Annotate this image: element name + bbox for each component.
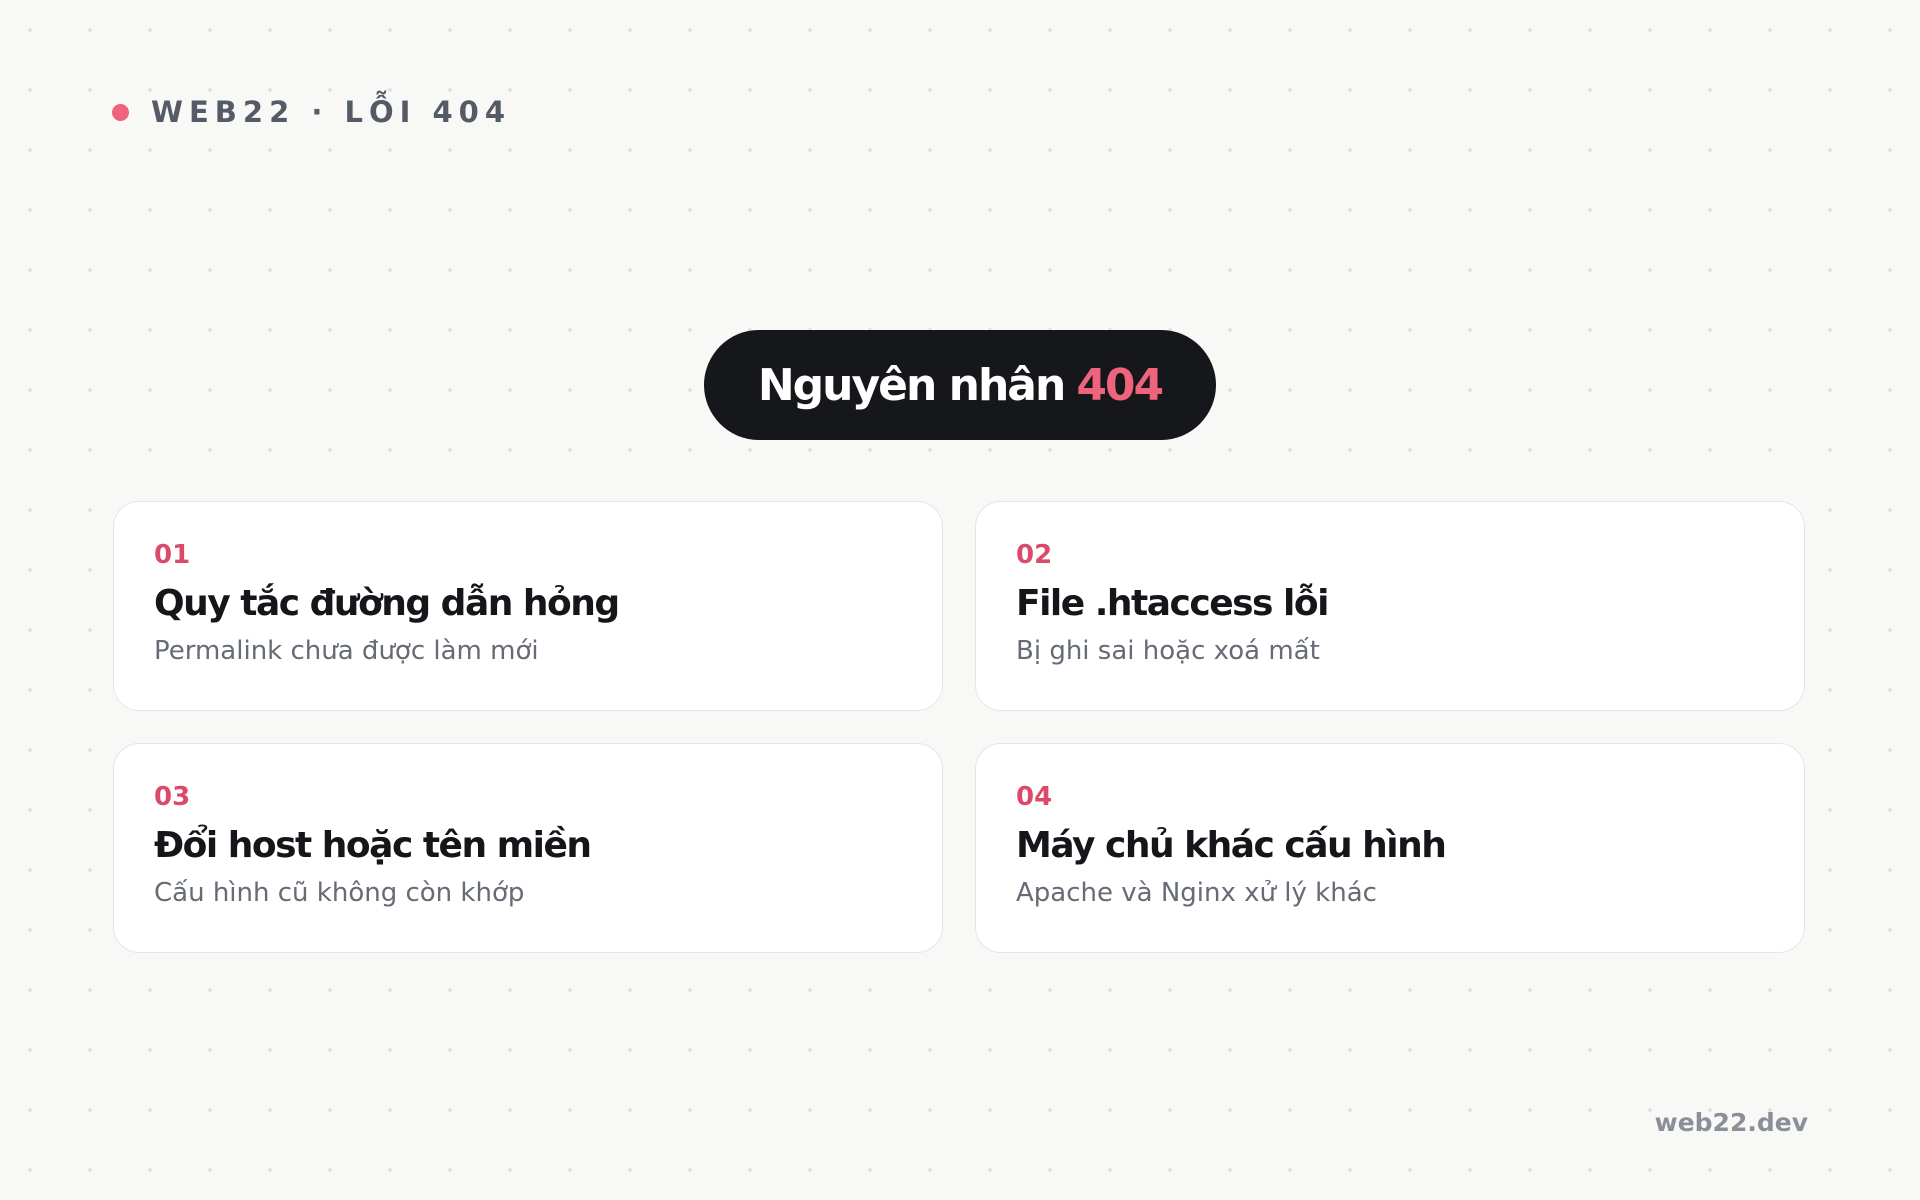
cause-number: 04 xyxy=(1016,782,1053,812)
cause-card-2: 02 File .htaccess lỗi Bị ghi sai hoặc xo… xyxy=(975,501,1805,711)
cause-number: 01 xyxy=(154,540,191,570)
cause-subtitle: Bị ghi sai hoặc xoá mất xyxy=(1016,635,1320,666)
brand-dot-icon xyxy=(112,103,129,121)
brand-label: WEB22 · LỖI 404 xyxy=(151,95,512,129)
cause-title: File .htaccess lỗi xyxy=(1016,583,1329,624)
cause-subtitle: Permalink chưa được làm mới xyxy=(154,635,539,666)
cause-number: 02 xyxy=(1016,540,1053,570)
cause-subtitle: Cấu hình cũ không còn khớp xyxy=(154,877,525,908)
cause-title: Máy chủ khác cấu hình xyxy=(1016,825,1447,866)
page-title-accent: 404 xyxy=(1076,359,1164,411)
page-title-text: Nguyên nhân xyxy=(757,359,1066,411)
page-title: Nguyên nhân 404 xyxy=(704,330,1216,440)
cause-title: Quy tắc đường dẫn hỏng xyxy=(154,583,620,624)
cause-card-1: 01 Quy tắc đường dẫn hỏng Permalink chưa… xyxy=(113,501,943,711)
brand-header: WEB22 · LỖI 404 xyxy=(112,92,511,132)
cause-card-3: 03 Đổi host hoặc tên miền Cấu hình cũ kh… xyxy=(113,743,943,953)
page: { "brand": { "label": "WEB22 · LỖI 404" … xyxy=(0,0,1920,1200)
footer-site: web22.dev xyxy=(1654,1108,1808,1137)
cause-subtitle: Apache và Nginx xử lý khác xyxy=(1016,877,1377,908)
cause-title: Đổi host hoặc tên miền xyxy=(154,825,592,866)
cause-number: 03 xyxy=(154,782,191,812)
cause-card-4: 04 Máy chủ khác cấu hình Apache và Nginx… xyxy=(975,743,1805,953)
